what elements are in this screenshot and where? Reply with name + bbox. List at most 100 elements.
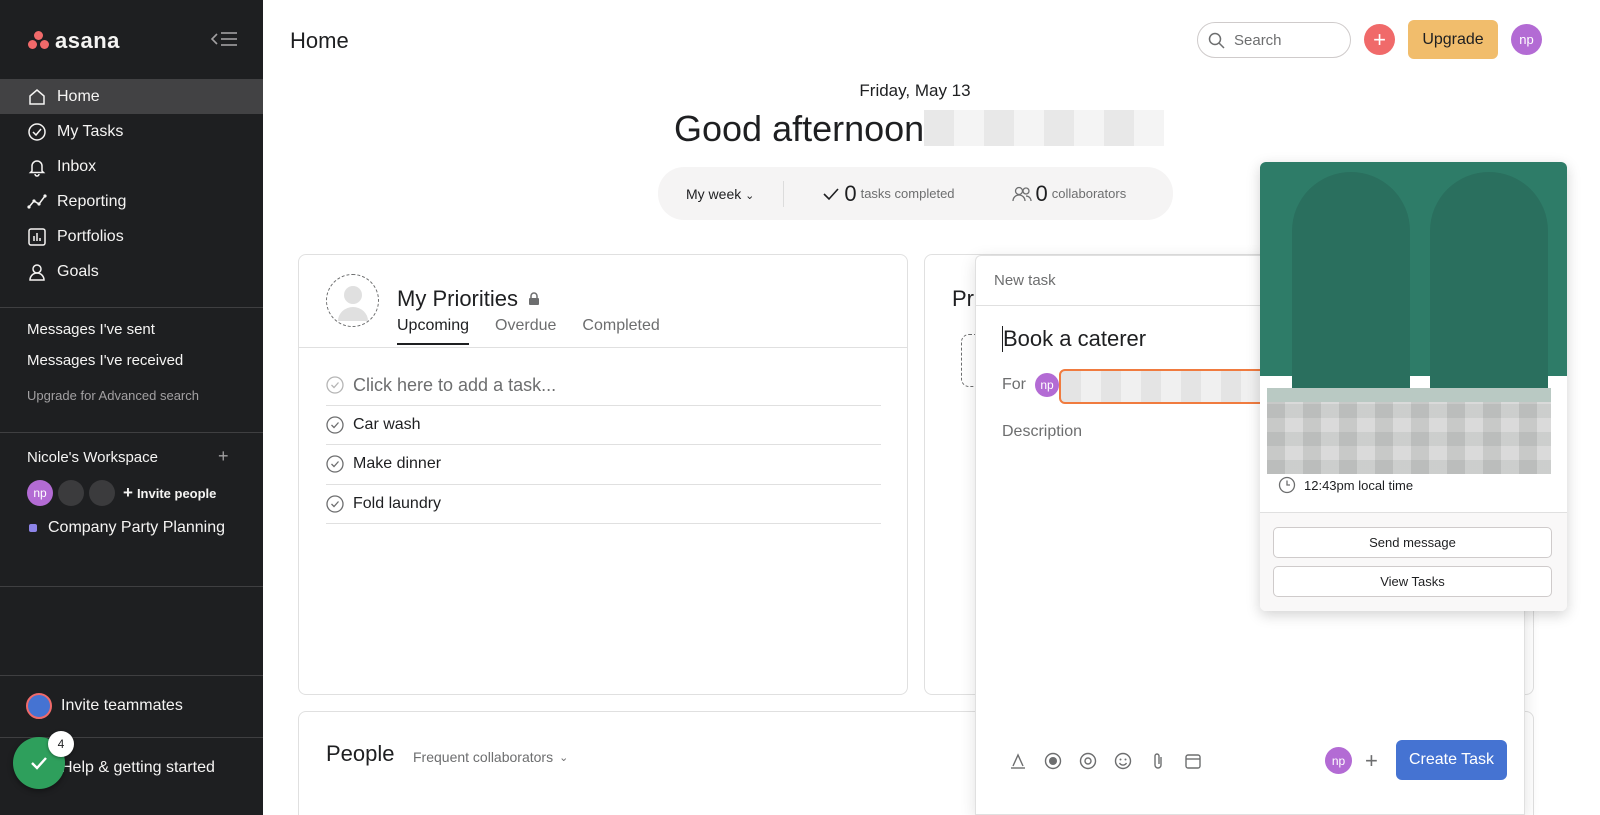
workspace-title[interactable]: Nicole's Workspace (27, 449, 158, 466)
plus-icon: + (123, 483, 133, 502)
sidebar-item-goals[interactable]: Goals (0, 254, 263, 289)
person-icon (29, 263, 45, 281)
invite-people-button[interactable]: Invite people (137, 486, 216, 501)
task-row[interactable]: Fold laundry (326, 485, 881, 524)
quick-add-button[interactable]: + (1364, 24, 1395, 55)
check-circle-icon[interactable] (326, 495, 344, 513)
people-filter-dropdown[interactable]: Frequent collaborators ⌄ (413, 749, 568, 765)
collaborators-stat: 0 collaborators (1011, 180, 1127, 207)
create-task-button[interactable]: Create Task (1396, 740, 1507, 780)
description-input[interactable]: Description (1002, 423, 1082, 441)
record-icon[interactable] (1035, 749, 1070, 773)
search-icon (1208, 32, 1225, 49)
sidebar-item-reporting[interactable]: Reporting (0, 184, 263, 219)
add-task-row[interactable]: Click here to add a task... (326, 366, 881, 406)
project-color-icon (29, 524, 37, 532)
search-placeholder: Search (1234, 31, 1282, 49)
upgrade-button[interactable]: Upgrade (1408, 20, 1498, 59)
invite-teammates-label: Invite teammates (61, 697, 183, 714)
local-time-row: 12:43pm local time (1278, 476, 1413, 494)
assignee-field[interactable] (1059, 369, 1267, 404)
upgrade-search-link[interactable]: Upgrade for Advanced search (27, 388, 199, 403)
sidebar-item-home[interactable]: Home (0, 79, 263, 114)
view-tasks-button[interactable]: View Tasks (1273, 566, 1552, 597)
help-getting-started-link[interactable]: Help & getting started (61, 759, 215, 777)
search-input[interactable]: Search (1197, 22, 1351, 58)
week-range-dropdown[interactable]: My week ⌄ (686, 186, 754, 202)
sidebar-item-portfolios[interactable]: Portfolios (0, 219, 263, 254)
task-name: Make dinner (353, 455, 442, 473)
asana-logo-icon (28, 31, 50, 51)
line-chart-icon (27, 193, 47, 209)
tab-completed[interactable]: Completed (582, 317, 659, 345)
sidebar-item-my-tasks[interactable]: My Tasks (0, 114, 263, 149)
people-title: People (326, 741, 395, 766)
people-icon (1011, 186, 1032, 201)
collapse-sidebar-icon[interactable] (210, 29, 238, 49)
bell-icon (28, 159, 46, 177)
chevron-down-icon: ⌄ (745, 189, 755, 202)
task-name: Car wash (353, 415, 421, 433)
priorities-tabs: Upcoming Overdue Completed (397, 317, 686, 345)
attachment-icon[interactable] (1140, 749, 1175, 773)
banner-decoration (1430, 172, 1548, 392)
assignee-row: For np (1002, 373, 1059, 397)
sidebar-nav: Home My Tasks Inbox Reporting Portfolios… (0, 79, 263, 289)
send-message-button[interactable]: Send message (1273, 527, 1552, 558)
user-avatar[interactable]: np (1511, 24, 1542, 55)
task-title-input[interactable]: Book a caterer (1002, 326, 1146, 352)
sidebar-divider (0, 432, 263, 433)
sidebar-item-label: Goals (57, 262, 99, 280)
sidebar-item-label: Home (57, 87, 100, 105)
projects-title: Pr (952, 286, 974, 311)
formatting-toolbar (1000, 749, 1210, 773)
stats-divider (783, 180, 785, 207)
add-collaborator-icon[interactable]: + (1365, 748, 1378, 774)
tasks-completed-count: 0 (844, 180, 857, 206)
collaborators-label: collaborators (1051, 186, 1127, 201)
avatar[interactable]: np (27, 480, 53, 506)
text-format-icon[interactable] (1000, 749, 1035, 773)
invite-teammates-icon (26, 693, 52, 719)
add-task-placeholder: Click here to add a task... (353, 374, 557, 395)
logo-text: asana (55, 28, 120, 53)
avatar-placeholder-icon[interactable] (326, 274, 379, 327)
sidebar-item-inbox[interactable]: Inbox (0, 149, 263, 184)
redacted-profile-name (1267, 388, 1551, 402)
tasks-completed-label: tasks completed (860, 186, 955, 201)
task-row[interactable]: Make dinner (326, 445, 881, 485)
check-circle-icon (28, 122, 46, 141)
task-row[interactable]: Car wash (326, 406, 881, 445)
emoji-icon[interactable] (1105, 749, 1140, 773)
collaborator-avatar[interactable]: np (1325, 747, 1352, 774)
tab-upcoming[interactable]: Upcoming (397, 317, 470, 345)
check-circle-icon[interactable] (326, 455, 344, 473)
priorities-title: My Priorities (397, 286, 540, 312)
avatar-placeholder (89, 480, 115, 506)
invite-teammates-button[interactable]: Invite teammates (26, 693, 183, 719)
workspace-members: np + Invite people (27, 480, 216, 506)
calendar-icon[interactable] (1175, 749, 1210, 773)
banner-decoration (1292, 172, 1410, 392)
check-circle-icon[interactable] (326, 416, 344, 434)
sidebar-item-project[interactable]: Company Party Planning (29, 519, 225, 537)
messages-sent-link[interactable]: Messages I've sent (27, 321, 155, 338)
messages-received-link[interactable]: Messages I've received (27, 352, 183, 369)
collaborators-count: 0 (1035, 180, 1048, 206)
tasks-completed-stat: 0 tasks completed (822, 180, 955, 207)
page-title: Home (290, 28, 349, 53)
home-icon (29, 88, 45, 105)
tab-overdue[interactable]: Overdue (495, 317, 556, 345)
sidebar-divider (0, 675, 263, 676)
plus-icon: + (1373, 26, 1386, 52)
for-label: For (1002, 376, 1026, 393)
sidebar-item-label: My Tasks (57, 122, 124, 140)
asana-logo[interactable]: asana (28, 28, 120, 54)
tabs-divider (299, 347, 907, 348)
my-priorities-card: My Priorities Upcoming Overdue Completed… (298, 254, 908, 695)
workspace-add-icon[interactable]: + (218, 446, 229, 467)
mention-icon[interactable] (1070, 749, 1105, 773)
assignee-avatar[interactable]: np (1035, 373, 1059, 397)
task-name: Fold laundry (353, 494, 442, 512)
sidebar-item-label: Reporting (57, 192, 127, 210)
